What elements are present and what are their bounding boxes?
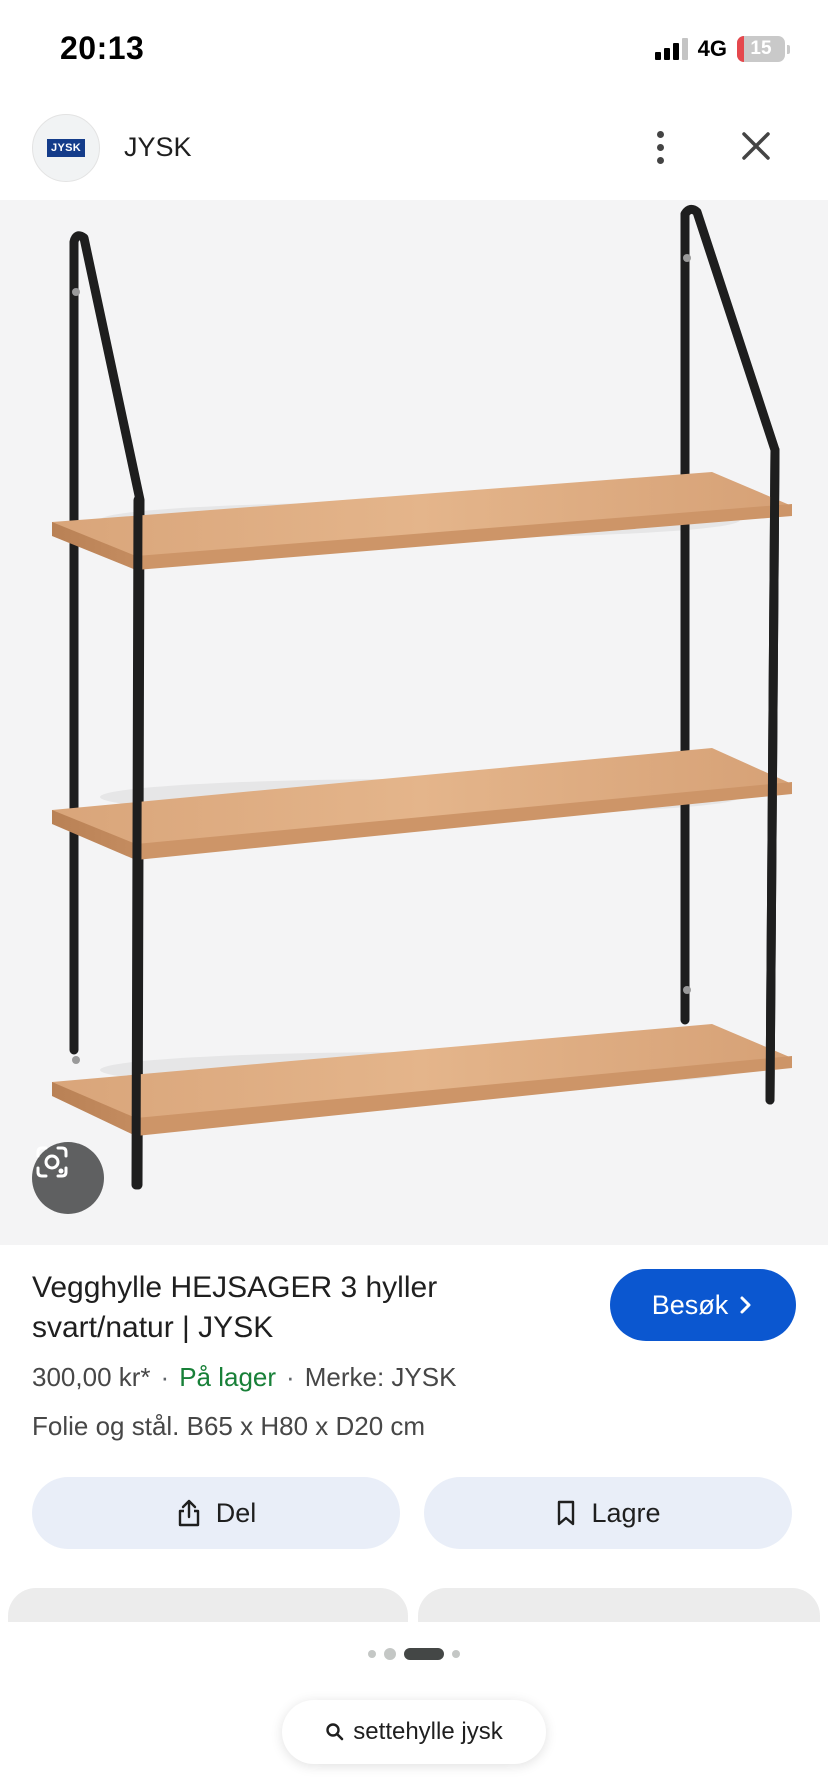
page-dot: [452, 1650, 460, 1658]
source-header: JYSK JYSK: [0, 100, 828, 200]
site-logo[interactable]: JYSK: [32, 114, 100, 182]
search-icon: [326, 1723, 344, 1741]
status-bar: 20:13 4G 15: [0, 0, 828, 100]
share-label: Del: [215, 1497, 257, 1528]
visit-button-label: Besøk: [651, 1289, 729, 1320]
product-brand: Merke: JYSK: [304, 1362, 457, 1392]
page-dot: [384, 1648, 396, 1660]
site-name[interactable]: JYSK: [124, 132, 192, 163]
search-query-chip[interactable]: settehylle jysk: [282, 1700, 546, 1764]
related-result-card[interactable]: [418, 1588, 820, 1622]
status-indicators: 4G 15: [654, 36, 790, 62]
close-icon[interactable]: [736, 124, 776, 168]
save-label: Lagre: [591, 1497, 661, 1528]
battery-percent: 15: [750, 38, 772, 59]
page-dot: [368, 1650, 376, 1658]
search-query: settehylle jysk: [353, 1718, 503, 1745]
network-type: 4G: [697, 36, 727, 61]
save-button[interactable]: Lagre: [424, 1477, 792, 1549]
cellular-signal-icon: [654, 38, 688, 60]
product-title[interactable]: Vegghylle HEJSAGER 3 hyller svart/natur …: [32, 1268, 532, 1348]
stock-status: På lager: [179, 1362, 277, 1392]
share-icon: [178, 1499, 199, 1527]
chevron-right-icon: [740, 1296, 751, 1314]
bottom-sheet: settehylle jysk: [0, 1622, 828, 1792]
more-options-icon[interactable]: [640, 122, 680, 172]
page-indicator: [0, 1648, 828, 1660]
action-buttons: Del Lagre: [0, 1477, 828, 1549]
battery-icon: 15: [737, 36, 790, 62]
status-time: 20:13: [60, 30, 145, 66]
product-image[interactable]: [0, 200, 828, 1245]
share-button[interactable]: Del: [32, 1477, 400, 1549]
google-lens-icon[interactable]: [32, 1142, 104, 1214]
visit-button[interactable]: Besøk: [610, 1269, 796, 1341]
bookmark-icon: [558, 1500, 575, 1526]
site-logo-text: JYSK: [47, 139, 85, 157]
page-dot-active: [404, 1648, 444, 1660]
battery-fill: [737, 36, 745, 62]
product-price: 300,00 kr*: [32, 1362, 151, 1392]
related-results: [0, 1588, 828, 1622]
product-description: Folie og stål. B65 x H80 x D20 cm: [32, 1411, 426, 1441]
related-result-card[interactable]: [8, 1588, 408, 1622]
wall-shelf-illustration: [52, 204, 792, 1190]
product-meta: 300,00 kr* · På lager · Merke: JYSK: [32, 1362, 457, 1392]
